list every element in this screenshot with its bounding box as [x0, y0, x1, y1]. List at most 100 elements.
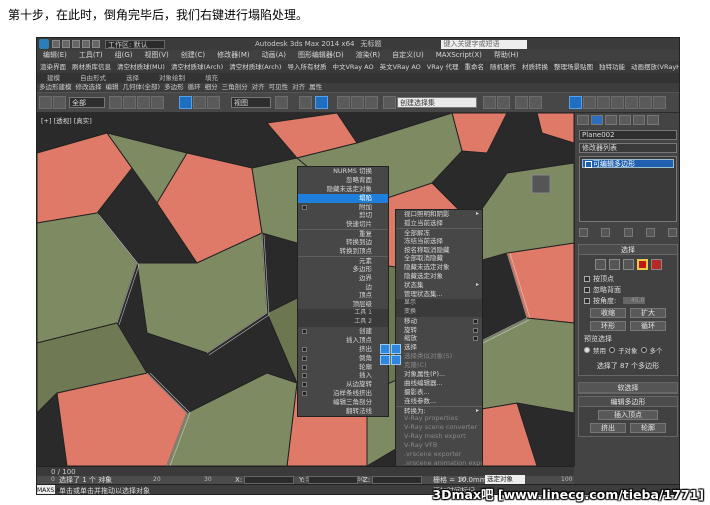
render-production-icon[interactable]	[639, 96, 652, 109]
move-tool-icon[interactable]	[179, 96, 192, 109]
quad-right-item-2[interactable]: 全部解冻	[396, 227, 482, 237]
modifier-list-dropdown[interactable]: 修改器列表	[579, 143, 677, 153]
settings-box-icon[interactable]	[302, 364, 307, 370]
border-level-icon[interactable]	[622, 259, 634, 270]
select-by-name-icon[interactable]	[123, 96, 136, 109]
show-end-result-icon[interactable]	[601, 228, 611, 237]
quad-right-item-27[interactable]: .vrscene exporter	[396, 450, 482, 459]
window-crossing-icon[interactable]	[151, 96, 164, 109]
menu-item-7[interactable]: 图形编辑器(D)	[292, 50, 350, 61]
perspective-viewport[interactable]: [+] [透视] [真实] NURMS 切换 忽略背面 隐藏未选定对象 塌陷 附加 剪切快…	[37, 113, 574, 466]
workspace-dropdown[interactable]: 工作区: 默认	[105, 39, 165, 49]
settings-box-icon[interactable]	[302, 373, 307, 379]
snap-toggle-icon[interactable]	[315, 96, 328, 109]
settings-box-icon[interactable]	[302, 391, 307, 397]
quad-right-item-7[interactable]: 隐藏选定对象	[396, 272, 482, 281]
quad-right-item-14[interactable]: 缩放	[396, 334, 482, 343]
menu-item-9[interactable]: 自定义(U)	[386, 50, 430, 61]
ring-button[interactable]: 环形	[590, 321, 626, 331]
quad-right-item-4[interactable]: 按名称取消隐藏	[396, 246, 482, 255]
menu-item-8[interactable]: 渲染(R)	[350, 50, 386, 61]
preview-multi-radio[interactable]	[640, 347, 647, 353]
quad-left-item-10[interactable]: 元素	[298, 255, 388, 265]
rotate-tool-icon[interactable]	[193, 96, 206, 109]
quad-left-item-11[interactable]: 多边形	[298, 265, 388, 274]
remove-modifier-icon[interactable]	[645, 228, 655, 237]
render-setup-icon[interactable]	[611, 96, 624, 109]
quad-left-item-20[interactable]: 挤出	[298, 345, 388, 354]
modify-tab-icon[interactable]	[591, 115, 603, 125]
plugin-menu-item-6[interactable]: 中文VRay AO	[329, 61, 376, 73]
named-selection-dropdown[interactable]: 创建选择集	[397, 97, 477, 108]
redo-tool-icon[interactable]	[53, 96, 66, 109]
quad-right-item-8[interactable]: 状态集 ▸	[396, 281, 482, 290]
z-coord-input[interactable]	[372, 476, 422, 484]
plugin-menu-item-1[interactable]: 刷材质库信息	[69, 61, 114, 73]
quad-left-item-23[interactable]: 插入	[298, 371, 388, 380]
object-name-input[interactable]: Plane002	[579, 130, 677, 140]
curve-editor-icon[interactable]	[569, 96, 582, 109]
ribbon-group-6[interactable]: 细分	[203, 83, 220, 92]
ribbon-group-0[interactable]: 多边形建模	[37, 83, 74, 92]
preview-off-radio[interactable]	[584, 347, 590, 353]
quad-left-item-8[interactable]: 转换到边	[298, 238, 388, 247]
ribbon-group-8[interactable]: 对齐	[250, 83, 267, 92]
quad-left-item-12[interactable]: 边界	[298, 274, 388, 283]
select-manipulate-icon[interactable]	[299, 96, 312, 109]
quad-right-item-25[interactable]: V-Ray mesh export	[396, 432, 482, 441]
menu-item-5[interactable]: 修改器(M)	[211, 50, 256, 61]
ribbon-group-9[interactable]: 可见性	[267, 83, 291, 92]
material-editor-icon[interactable]	[597, 96, 610, 109]
quad-right-item-16[interactable]: 选择类似对象(S)	[396, 352, 482, 361]
quad-left-item-14[interactable]: 顶点	[298, 291, 388, 300]
new-file-icon[interactable]	[52, 40, 60, 48]
quad-left-item-21[interactable]: 倒角	[298, 354, 388, 363]
quad-menu-center[interactable]	[380, 344, 402, 366]
layer-manager-icon[interactable]	[515, 96, 528, 109]
plugin-menu-item-4[interactable]: 清空材质球(Arch)	[226, 61, 284, 73]
plugin-menu-item-13[interactable]: 独特功能	[596, 61, 628, 73]
ribbon-group-10[interactable]: 对齐	[290, 83, 307, 92]
ribbon-group-5[interactable]: 循环	[186, 83, 203, 92]
by-angle-checkbox[interactable]	[584, 297, 590, 304]
quad-right-item-5[interactable]: 全部取消隐藏	[396, 254, 482, 263]
menu-item-11[interactable]: 帮助(H)	[488, 50, 525, 61]
ribbon-tab-3[interactable]: 对象绘制	[149, 73, 195, 83]
vray-icon[interactable]	[653, 96, 666, 109]
selection-filter-dropdown[interactable]: 全部	[69, 97, 105, 108]
settings-box-icon[interactable]	[473, 327, 478, 333]
configure-sets-icon[interactable]	[668, 228, 677, 237]
plugin-menu-item-12[interactable]: 整理场景贴图	[551, 61, 596, 73]
settings-box-icon[interactable]	[302, 346, 307, 352]
quad-right-item-3[interactable]: 冻结当前选择	[396, 237, 482, 246]
ribbon-group-3[interactable]: 几何体(全部)	[121, 83, 163, 92]
mirror-icon[interactable]	[483, 96, 496, 109]
quad-right-item-22[interactable]: 转换为: ▸	[396, 405, 482, 414]
percent-snap-icon[interactable]	[351, 96, 364, 109]
pin-stack-icon[interactable]	[579, 228, 588, 237]
selection-rollout-title[interactable]: 选择	[579, 245, 677, 255]
menu-item-6[interactable]: 动画(A)	[256, 50, 292, 61]
quad-left-item-9[interactable]: 转换到顶点	[298, 247, 388, 256]
quad-left-item-2[interactable]: 隐藏未选定对象	[298, 185, 388, 194]
app-logo-icon[interactable]	[39, 39, 49, 49]
insert-vertex-button[interactable]: 插入顶点	[598, 410, 658, 420]
select-object-icon[interactable]	[109, 96, 122, 109]
scale-tool-icon[interactable]	[207, 96, 220, 109]
quad-left-item-6[interactable]: 快速切片	[298, 220, 388, 229]
key-filter-dropdown[interactable]: 选定对象	[485, 475, 525, 484]
rendered-frame-icon[interactable]	[625, 96, 638, 109]
ribbon-group-4[interactable]: 多边形	[162, 83, 186, 92]
by-vertex-checkbox[interactable]	[584, 275, 590, 282]
ribbon-group-7[interactable]: 三角剖分	[220, 83, 250, 92]
x-coord-input[interactable]	[244, 476, 294, 484]
settings-box-icon[interactable]	[302, 204, 307, 210]
spinner-snap-icon[interactable]	[365, 96, 378, 109]
quad-left-item-13[interactable]: 边	[298, 283, 388, 292]
quad-left-item-15[interactable]: 顶层级	[298, 300, 388, 309]
quad-right-item-26[interactable]: V-Ray VFB	[396, 441, 482, 450]
open-file-icon[interactable]	[62, 40, 70, 48]
ribbon-tab-1[interactable]: 自由形式	[70, 73, 116, 83]
schematic-view-icon[interactable]	[583, 96, 596, 109]
plugin-menu-item-7[interactable]: 英文VRay AO	[377, 61, 424, 73]
